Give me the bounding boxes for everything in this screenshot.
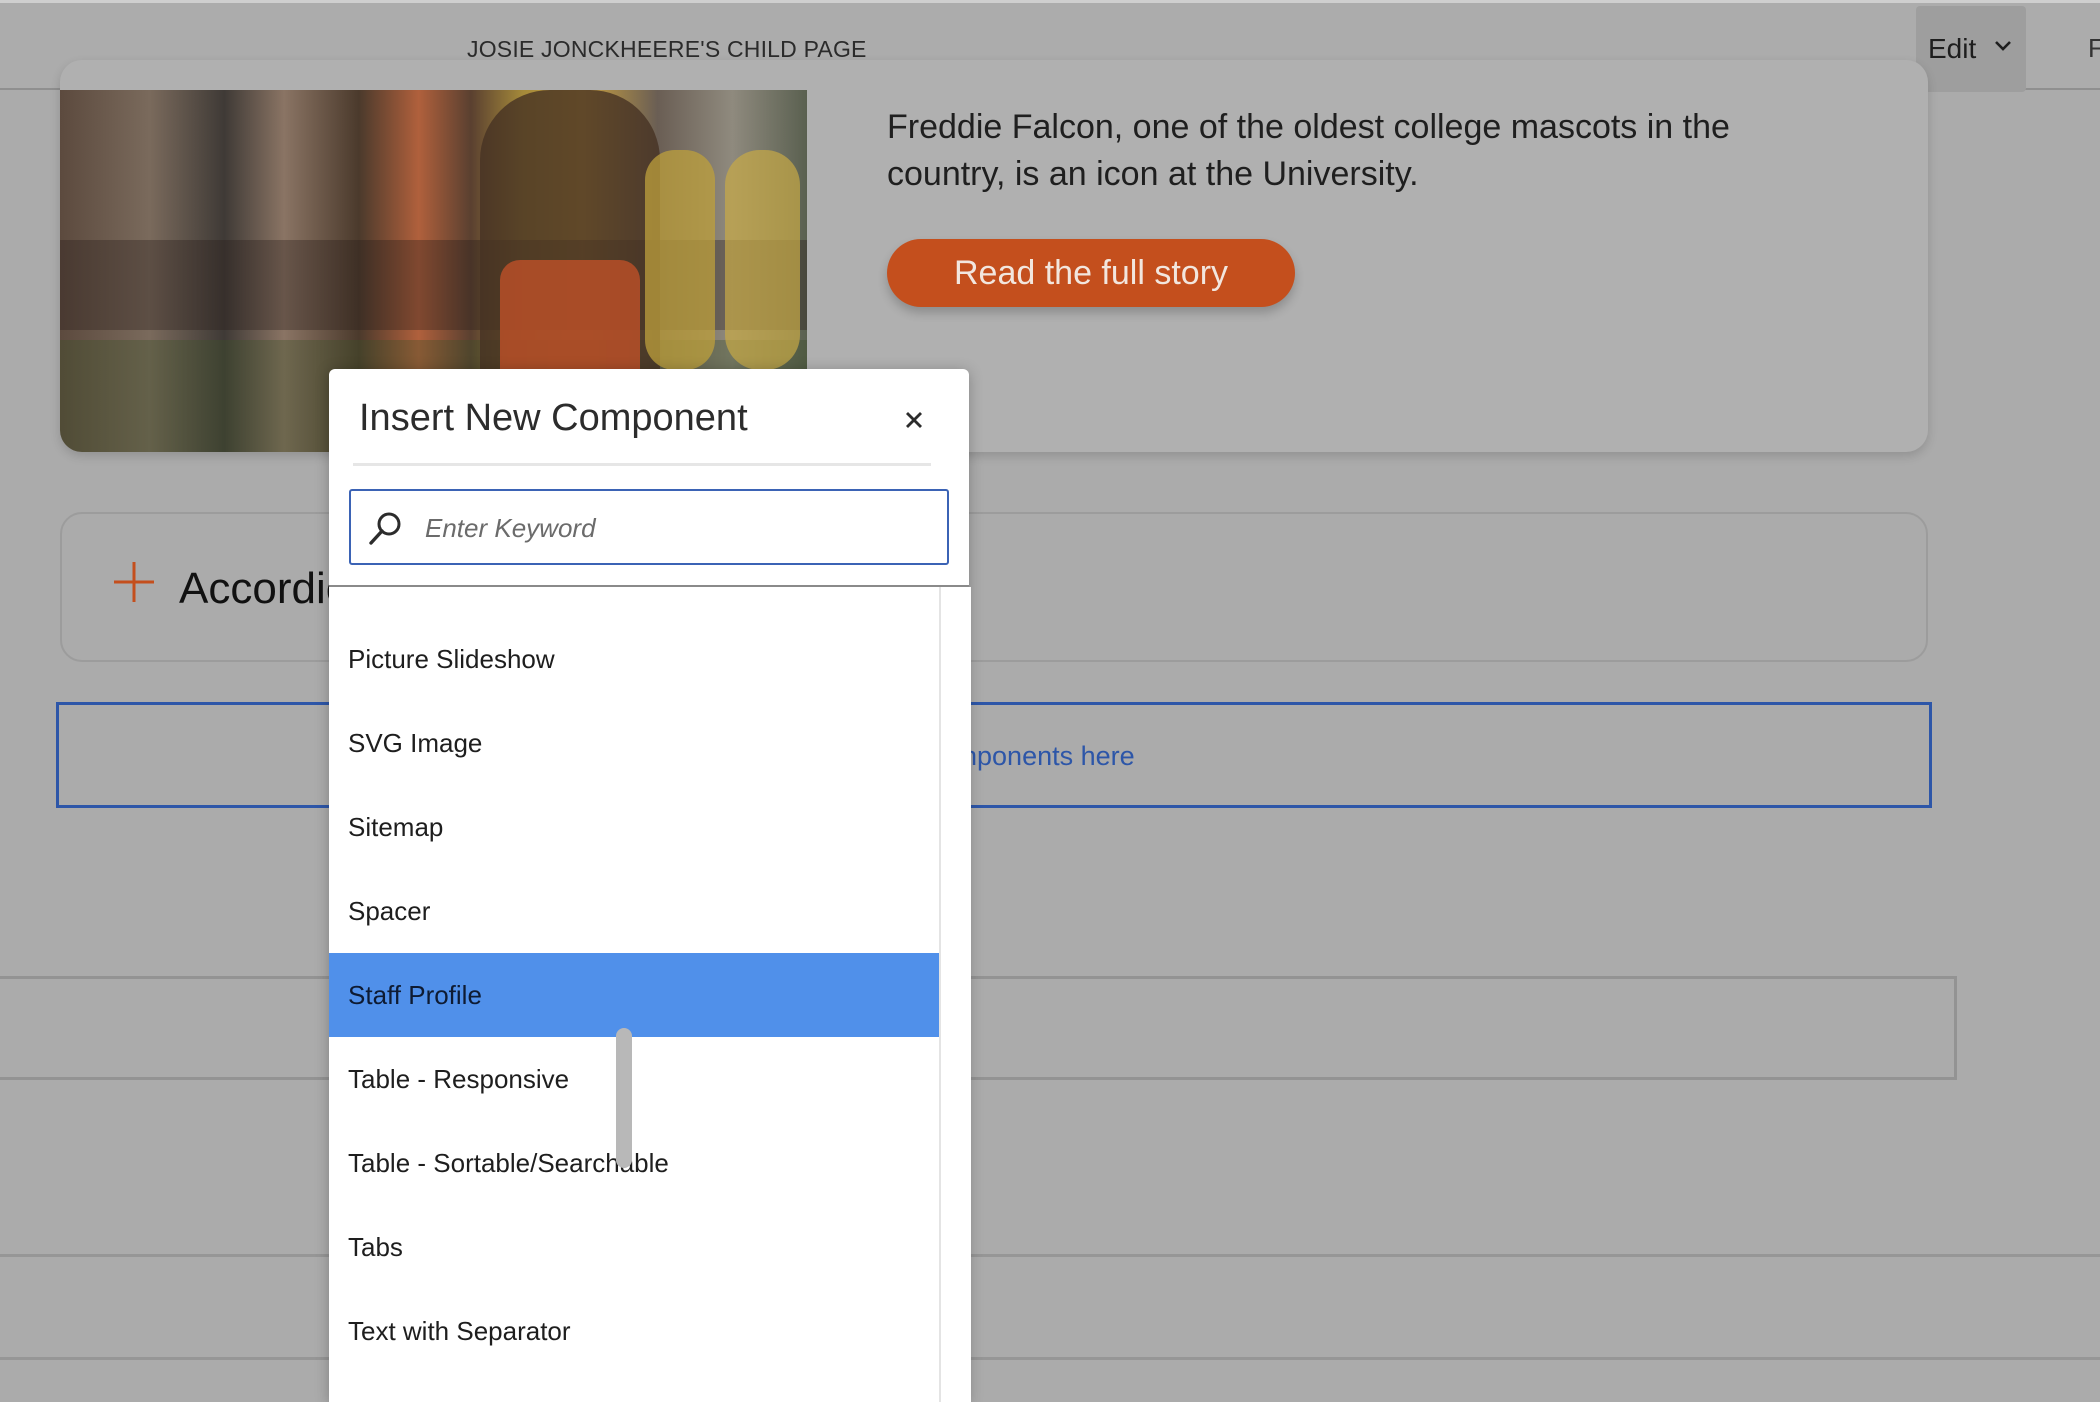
scrollbar-track[interactable] (939, 587, 971, 1402)
drop-zone-label: nponents here (962, 741, 1135, 771)
divider (0, 1357, 2100, 1360)
list-item-table-responsive[interactable]: Table - Responsive (329, 1037, 939, 1121)
chevron-down-icon (1995, 41, 2011, 51)
search-icon (369, 512, 401, 545)
list-item-svg-image[interactable]: SVG Image (329, 701, 939, 785)
close-icon[interactable] (901, 407, 927, 433)
topbar-right-label[interactable]: F (2088, 33, 2100, 64)
page-title: JOSIE JONCKHEERE'S CHILD PAGE (467, 36, 867, 62)
search-input[interactable] (423, 503, 927, 553)
list-item-text-with-separator[interactable]: Text with Separator (329, 1289, 939, 1373)
list-item-sitemap[interactable]: Sitemap (329, 785, 939, 869)
divider (353, 463, 931, 466)
story-body: Freddie Falcon, one of the oldest colleg… (887, 108, 1730, 193)
accordion-title: Accordic (179, 564, 348, 613)
scrollbar-thumb[interactable] (616, 1028, 632, 1168)
list-item-picture-slideshow[interactable]: Picture Slideshow (329, 617, 939, 701)
read-full-story-button[interactable]: Read the full story (887, 239, 1295, 307)
list-item-spacer[interactable]: Spacer (329, 869, 939, 953)
dialog-title: Insert New Component (359, 397, 748, 439)
empty-container[interactable] (0, 976, 1957, 1080)
search-field[interactable] (349, 489, 949, 565)
insert-component-dialog: Insert New Component Picture Slideshow S… (329, 369, 971, 1402)
divider (0, 1254, 2100, 1257)
mode-label: Edit (1928, 33, 1977, 64)
component-list: Picture Slideshow SVG Image Sitemap Spac… (329, 587, 939, 1402)
list-item-tabs[interactable]: Tabs (329, 1205, 939, 1289)
plus-icon[interactable] (112, 560, 156, 604)
list-item-table-sortable-searchable[interactable]: Table - Sortable/Searchable (329, 1121, 939, 1205)
mode-dropdown-button[interactable]: Edit (1916, 6, 2026, 92)
list-item-staff-profile[interactable]: Staff Profile (329, 953, 939, 1037)
